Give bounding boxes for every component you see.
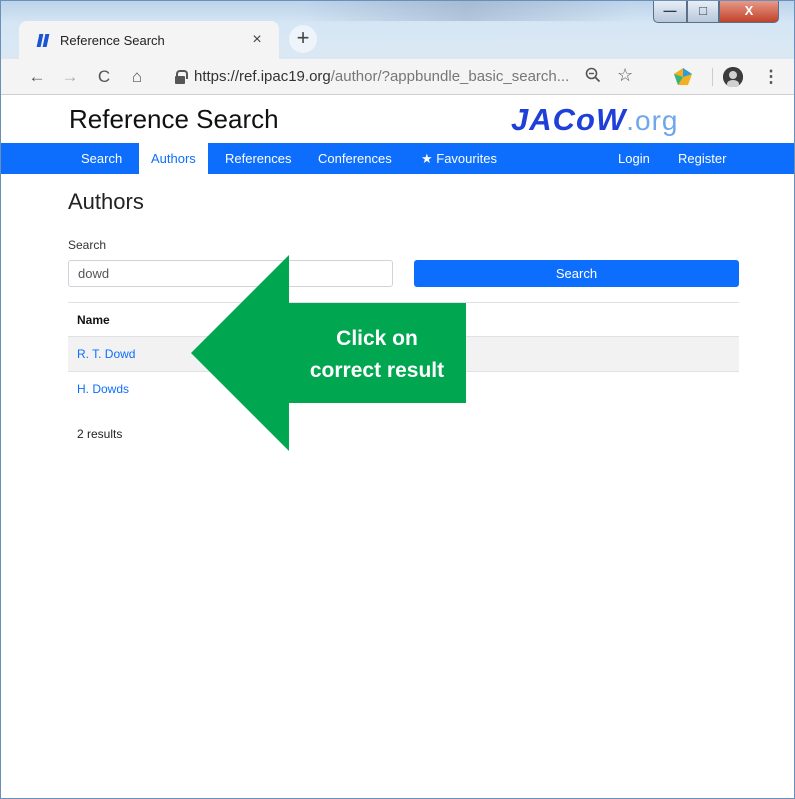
- main-navbar: Search Authors References Conferences ★ …: [1, 143, 794, 174]
- instruction-text: Click on correct result: [309, 327, 445, 382]
- lock-icon: [175, 70, 188, 84]
- search-label: Search: [68, 238, 107, 252]
- results-count: 2 results: [77, 427, 123, 441]
- bookmark-star-icon[interactable]: ☆: [617, 65, 633, 86]
- page-heading: Authors: [68, 189, 144, 214]
- close-tab-icon[interactable]: ×: [245, 31, 269, 49]
- profile-avatar[interactable]: [723, 67, 743, 88]
- back-arrow-icon[interactable]: ←: [25, 65, 49, 89]
- author-link-h-dowds[interactable]: H. Dowds: [77, 382, 129, 396]
- browser-tab[interactable]: Reference Search ×: [19, 21, 279, 59]
- forward-arrow-icon[interactable]: →: [58, 65, 82, 89]
- maximize-button[interactable]: □: [687, 1, 719, 23]
- home-icon[interactable]: ⌂: [125, 65, 149, 89]
- url-text: https://ref.ipac19.org/author/?appbundle…: [194, 68, 570, 85]
- author-link-r-t-dowd[interactable]: R. T. Dowd: [77, 347, 135, 361]
- browser-toolbar: ← → C ⌂ https://ref.ipac19.org/author/?a…: [1, 59, 794, 95]
- new-tab-button[interactable]: +: [289, 25, 317, 53]
- nav-conferences[interactable]: Conferences: [306, 143, 404, 174]
- tab-title: Reference Search: [60, 32, 165, 48]
- browser-window: Reference Search × + — □ X ← → C ⌂ https…: [0, 0, 795, 799]
- close-window-button[interactable]: X: [719, 1, 779, 23]
- toolbar-separator: [712, 68, 713, 86]
- title-bar: Reference Search × + — □ X: [1, 1, 794, 59]
- jacow-logo[interactable]: JACoW.org: [511, 102, 678, 138]
- zoom-icon[interactable]: [585, 67, 601, 86]
- nav-authors[interactable]: Authors: [139, 143, 208, 174]
- nav-favourites[interactable]: ★ Favourites: [409, 143, 509, 174]
- title-bar-background: [301, 1, 631, 21]
- extension-icon[interactable]: [673, 67, 693, 87]
- nav-references[interactable]: References: [213, 143, 303, 174]
- nav-search[interactable]: Search: [69, 143, 134, 174]
- jacow-favicon-icon: [36, 33, 51, 47]
- browser-menu-icon[interactable]: ⋮: [759, 65, 783, 89]
- address-bar[interactable]: https://ref.ipac19.org/author/?appbundle…: [165, 64, 657, 91]
- nav-register[interactable]: Register: [666, 143, 738, 174]
- site-header: Reference Search JACoW.org: [1, 95, 794, 143]
- nav-login[interactable]: Login: [606, 143, 662, 174]
- reload-icon[interactable]: C: [92, 65, 116, 89]
- web-page: Reference Search JACoW.org Search Author…: [1, 95, 794, 798]
- minimize-button[interactable]: —: [653, 1, 687, 23]
- instruction-arrow: Click on correct result: [191, 255, 466, 451]
- site-title[interactable]: Reference Search: [69, 104, 279, 135]
